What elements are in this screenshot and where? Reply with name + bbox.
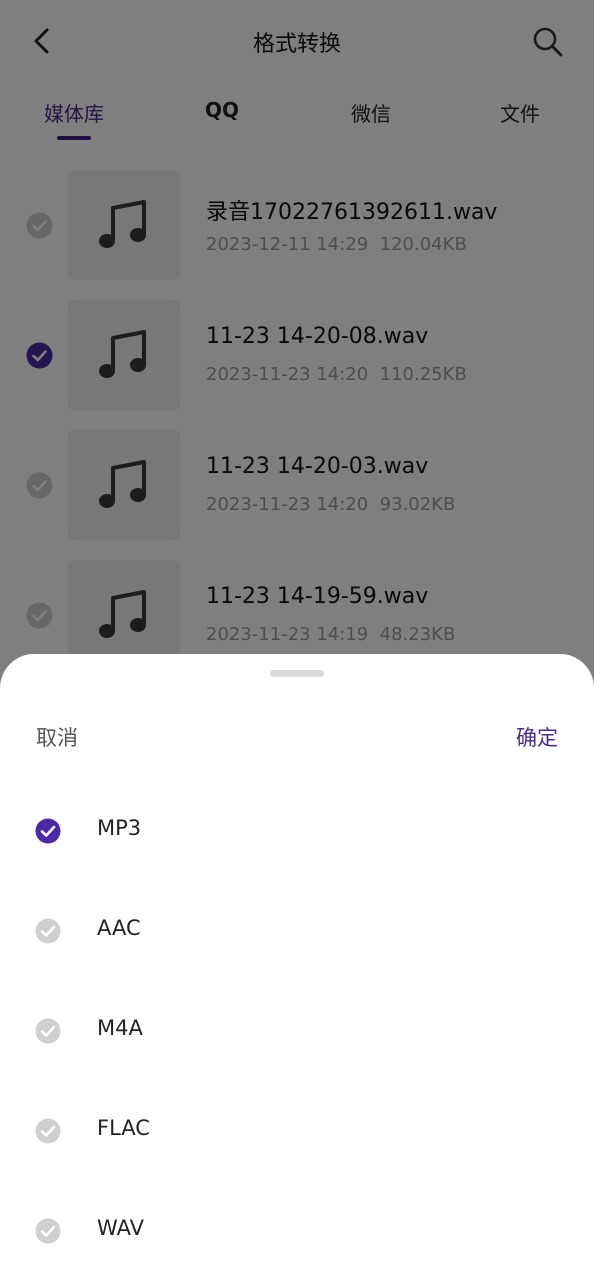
format-label: M4A (97, 1016, 143, 1040)
unchecked-circle-icon[interactable] (35, 1218, 61, 1244)
unchecked-circle-icon[interactable] (35, 1018, 61, 1044)
format-label: AAC (97, 916, 141, 940)
format-label: WAV (97, 1216, 145, 1240)
confirm-button[interactable]: 确定 (516, 722, 558, 752)
format-option-mp3[interactable]: MP3 (0, 780, 594, 880)
unchecked-circle-icon[interactable] (35, 918, 61, 944)
format-option-m4a[interactable]: M4A (0, 980, 594, 1080)
format-bottom-sheet: 取消 确定 MP3 AAC M4A FLAC WAV (0, 654, 594, 1280)
checked-circle-icon[interactable] (35, 818, 61, 844)
format-label: MP3 (97, 816, 142, 840)
sheet-drag-handle[interactable] (270, 670, 324, 677)
format-label: FLAC (97, 1116, 150, 1140)
format-option-flac[interactable]: FLAC (0, 1080, 594, 1180)
format-option-aac[interactable]: AAC (0, 880, 594, 980)
format-option-wav[interactable]: WAV (0, 1180, 594, 1280)
cancel-button[interactable]: 取消 (36, 722, 78, 752)
unchecked-circle-icon[interactable] (35, 1118, 61, 1144)
